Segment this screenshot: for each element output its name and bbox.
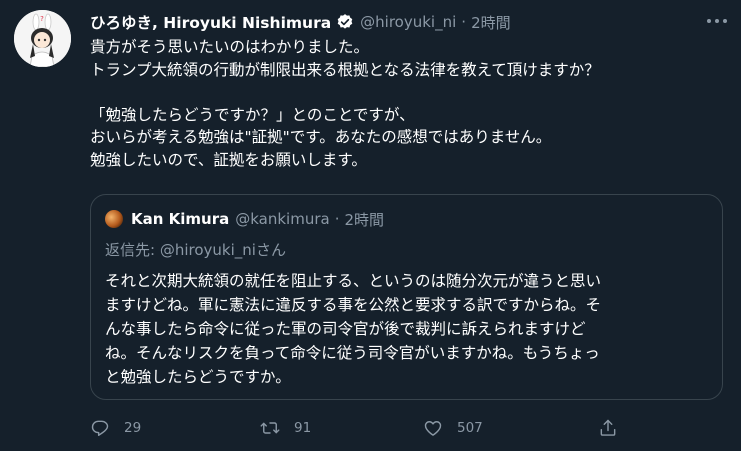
tweet-text-line <box>90 81 730 104</box>
heart-icon <box>424 421 442 436</box>
more-icon[interactable] <box>707 12 727 30</box>
retweet-count: 91 <box>294 420 312 436</box>
verified-badge-icon <box>336 13 354 31</box>
tweet-text-line: 勉強したいので、証拠をお願いします。 <box>90 150 367 169</box>
author-handle[interactable]: @hiroyuki_ni <box>360 13 456 31</box>
author-avatar[interactable]: ? <box>14 10 71 67</box>
reply-context: 返信先: @hiroyuki_niさん <box>105 239 286 260</box>
quoted-text-line: ますけどね。軍に憲法に違反する事を公然と要求する訳ですからね。そ <box>105 296 602 314</box>
svg-text:?: ? <box>40 15 44 23</box>
reply-suffix: さん <box>255 241 286 259</box>
tweet-actions: 29 91 507 <box>90 414 630 442</box>
quoted-timestamp: 2時間 <box>344 210 385 229</box>
reply-button[interactable]: 29 <box>90 414 141 442</box>
tweet-header: ひろゆき, Hiroyuki Nishimura @hiroyuki_ni · … <box>90 10 729 34</box>
quoted-text-line: それと次期大統領の就任を阻止する、というのは随分次元が違うと思い <box>105 272 602 290</box>
tweet-text-line: 貴方がそう思いたいのはわかりました。 <box>90 38 370 56</box>
retweet-button[interactable]: 91 <box>260 414 311 442</box>
tweet-text-line: おいらが考える勉強は"証拠"です。あなたの感想ではありません。 <box>90 128 552 146</box>
tweet-timestamp[interactable]: 2時間 <box>471 12 511 33</box>
author-name[interactable]: ひろゆき, Hiroyuki Nishimura <box>90 11 331 33</box>
quoted-author-avatar <box>105 210 123 228</box>
quoted-author-handle: @kankimura <box>235 210 330 228</box>
quoted-text-line: ね。そんなリスクを負って命令に従う司令官がいますかね。もうちょっ <box>105 344 600 362</box>
reply-count: 29 <box>124 420 142 436</box>
quoted-author-name: Kan Kimura <box>131 210 230 228</box>
separator-dot: · <box>461 13 467 31</box>
quoted-tweet-card[interactable]: Kan Kimura @kankimura · 2時間 返信先: @hiroyu… <box>90 194 723 400</box>
retweet-icon <box>260 422 280 434</box>
separator-dot: · <box>334 210 340 228</box>
tweet-text-line: トランプ大統領の行動が制限出来る根拠となる法律を教えて頂けますか？ <box>90 60 600 79</box>
quoted-text-line: と勉強したらどうですか。 <box>105 368 291 386</box>
quoted-tweet-text: それと次期大統領の就任を阻止する、というのは随分次元が違うと思い ますけどね。軍… <box>105 269 710 389</box>
like-button[interactable]: 507 <box>423 414 483 442</box>
share-button[interactable] <box>598 414 632 442</box>
share-icon <box>600 419 616 436</box>
quoted-tweet-header: Kan Kimura @kankimura · 2時間 <box>105 208 384 230</box>
reply-mention: @hiroyuki_ni <box>159 241 256 259</box>
quoted-text-line: んな事したら命令に従った軍の司令官が後で裁判に訴えられますけど <box>105 320 586 338</box>
like-count: 507 <box>457 420 483 436</box>
reply-icon <box>91 420 109 437</box>
reply-prefix: 返信先: <box>105 241 160 259</box>
tweet-text-line: 「勉強したらどうですか？」とのことですが、 <box>90 105 415 124</box>
tweet-text: 貴方がそう思いたいのはわかりました。 トランプ大統領の行動が制限出来る根拠となる… <box>90 36 730 171</box>
